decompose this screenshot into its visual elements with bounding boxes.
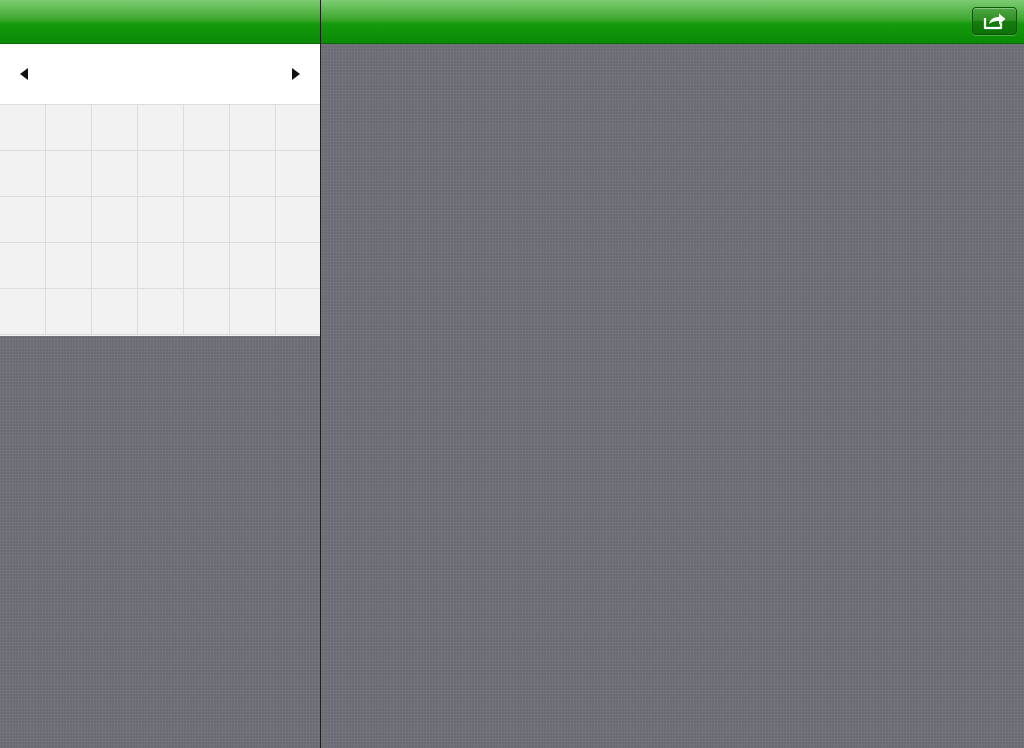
calendar-day-cell[interactable]: [0, 197, 46, 243]
detail-navbar: [321, 0, 1024, 44]
calendar-day-cell[interactable]: [230, 197, 276, 243]
calendar-day-cell[interactable]: [138, 105, 184, 151]
calendar-day-cell[interactable]: [0, 289, 46, 335]
share-arrow-icon: [983, 13, 1005, 30]
share-button[interactable]: [972, 7, 1017, 35]
calendar-day-cell[interactable]: [92, 105, 138, 151]
triangle-left-icon: [20, 68, 28, 80]
month-header: [0, 44, 320, 105]
calendar-day-cell[interactable]: [92, 289, 138, 335]
calendar-day-cell[interactable]: [92, 197, 138, 243]
calendar-day-cell[interactable]: [0, 105, 46, 151]
calendar-day-cell[interactable]: [230, 243, 276, 289]
calendar-day-cell[interactable]: [138, 289, 184, 335]
calendar-day-cell[interactable]: [184, 197, 230, 243]
app-root: [0, 0, 1024, 748]
calendar-day-cell[interactable]: [276, 289, 320, 335]
calendar-day-cell[interactable]: [230, 151, 276, 197]
triangle-right-icon: [292, 68, 300, 80]
calendar-day-cell[interactable]: [138, 151, 184, 197]
calendar-day-cell[interactable]: [276, 151, 320, 197]
calendar-day-cell[interactable]: [184, 105, 230, 151]
next-month-button[interactable]: [282, 60, 310, 88]
calendar-day-cell[interactable]: [184, 289, 230, 335]
detail-pane: [321, 0, 1024, 748]
calendar-day-cell[interactable]: [0, 151, 46, 197]
calendar-navbar: [0, 0, 320, 44]
detail-navbar-title: [321, 0, 1024, 43]
calendar-pane-background: [0, 336, 320, 748]
calendar-day-cell[interactable]: [0, 243, 46, 289]
calendar-day-cell[interactable]: [138, 243, 184, 289]
calendar-day-cell[interactable]: [276, 197, 320, 243]
calendar-navbar-title: [0, 0, 320, 43]
month-title: [40, 44, 280, 104]
calendar-day-cell[interactable]: [276, 105, 320, 151]
previous-month-button[interactable]: [10, 60, 38, 88]
calendar-day-cell[interactable]: [230, 289, 276, 335]
detail-content-area: [321, 44, 1024, 748]
calendar-day-cell[interactable]: [46, 197, 92, 243]
calendar-day-cell[interactable]: [184, 243, 230, 289]
calendar-day-cell[interactable]: [92, 243, 138, 289]
calendar-day-cell[interactable]: [276, 243, 320, 289]
calendar-day-cell[interactable]: [46, 289, 92, 335]
calendar-day-cell[interactable]: [138, 197, 184, 243]
calendar-pane: [0, 0, 320, 748]
calendar-day-cell[interactable]: [46, 243, 92, 289]
calendar-day-cell[interactable]: [230, 105, 276, 151]
calendar-day-cell[interactable]: [92, 151, 138, 197]
calendar-day-cell[interactable]: [46, 105, 92, 151]
calendar-day-cell[interactable]: [184, 151, 230, 197]
calendar-grid: [0, 105, 320, 336]
calendar-day-cell[interactable]: [46, 151, 92, 197]
